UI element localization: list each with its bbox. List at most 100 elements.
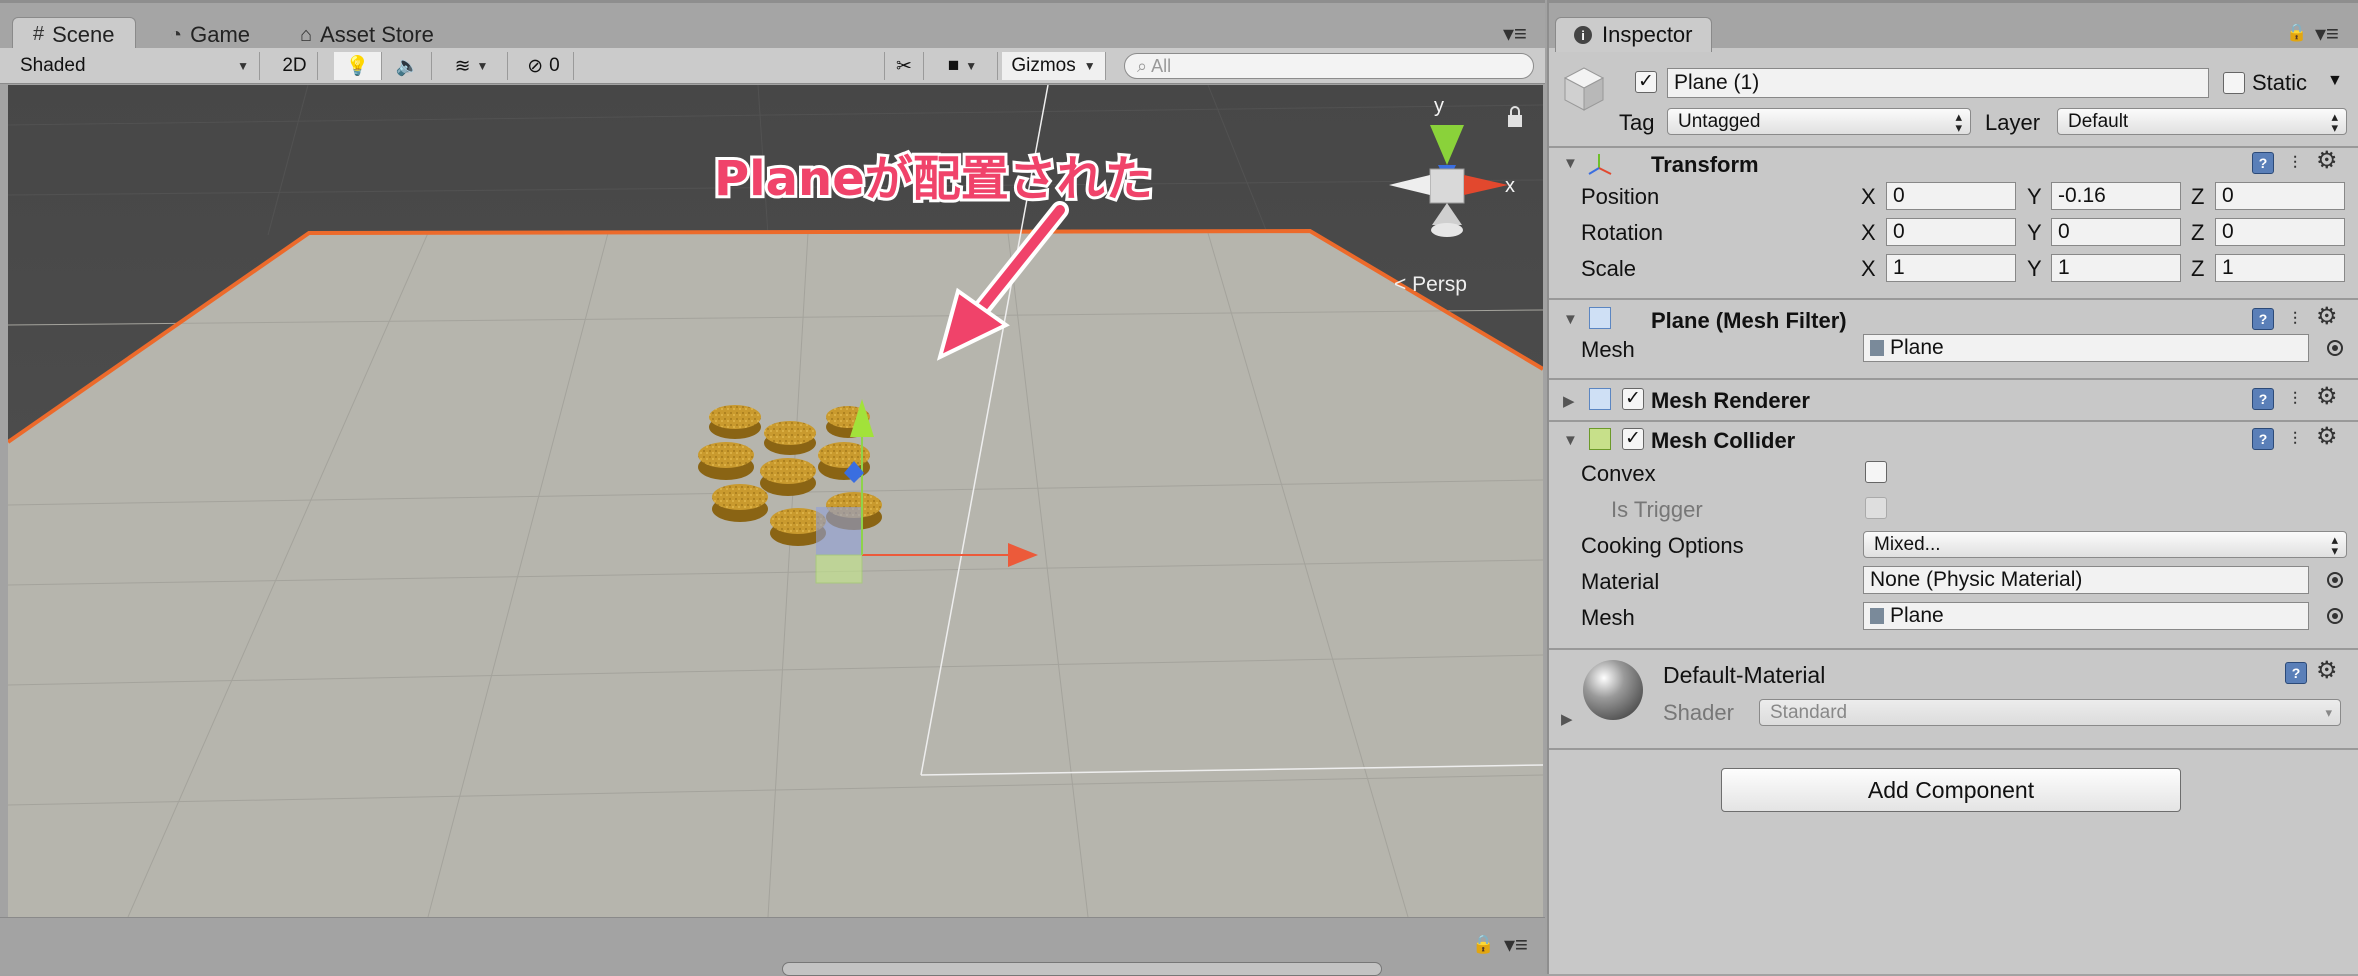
foldout-expanded-icon[interactable]: ▼: [1563, 155, 1578, 172]
ground-plane[interactable]: [8, 231, 1543, 917]
preset-icon[interactable]: ⫶: [2284, 152, 2306, 174]
physic-material-field[interactable]: None (Physic Material): [1863, 566, 2309, 594]
divider: [1549, 748, 2358, 750]
material-name: Default-Material: [1663, 662, 1826, 688]
tab-scene[interactable]: # Scene: [12, 17, 136, 51]
rotation-label: Rotation: [1581, 220, 1663, 245]
search-icon: ⌕: [1137, 55, 1148, 76]
is-trigger-label: Is Trigger: [1611, 497, 1703, 522]
axis-z-label: Z: [2191, 256, 2205, 281]
transform-title: Transform: [1651, 152, 1759, 177]
gizmos-dropdown[interactable]: Gizmos ▼: [1002, 52, 1106, 80]
scene-view-canvas[interactable]: y x < Persp Planeが配置された: [8, 85, 1543, 917]
chevron-down-icon: ▼: [1083, 59, 1096, 73]
lock-icon[interactable]: 🔒: [1472, 934, 1494, 955]
scene-search-input[interactable]: ⌕ All: [1124, 53, 1534, 79]
object-picker-icon[interactable]: [2327, 340, 2343, 356]
panel-menu-icon[interactable]: ▾≡: [2315, 21, 2339, 47]
mesh-filter-icon: [1589, 307, 1611, 329]
position-x-field[interactable]: 0: [1886, 182, 2016, 210]
gear-icon[interactable]: ⚙: [2316, 659, 2338, 683]
cooking-options-dropdown[interactable]: Mixed... ▴ ▾: [1863, 531, 2347, 558]
hidden-objects-toggle[interactable]: ⊘ 0: [514, 52, 574, 80]
preset-icon[interactable]: ⫶: [2284, 388, 2306, 410]
updown-arrows-icon: ▴ ▾: [2331, 109, 2338, 135]
tab-game[interactable]: ◔ Game: [150, 18, 270, 52]
tools-button[interactable]: ✂: [884, 52, 924, 80]
layer-dropdown[interactable]: Default ▴ ▾: [2057, 108, 2347, 135]
draw-mode-dropdown[interactable]: Shaded ▼: [10, 52, 260, 80]
rotation-x-field[interactable]: 0: [1886, 218, 2016, 246]
audio-toggle[interactable]: 🔈: [384, 52, 432, 80]
panel-menu-icon[interactable]: ▾≡: [1504, 932, 1528, 958]
material-sphere-preview: [1583, 660, 1643, 720]
help-book-icon[interactable]: ?: [2252, 428, 2274, 450]
add-component-button[interactable]: Add Component: [1721, 768, 2181, 812]
mesh-collider-enabled-checkbox[interactable]: ✓: [1622, 428, 1644, 450]
axis-y-label: Y: [2027, 256, 2042, 281]
axis-y-label: y: [1434, 95, 1444, 117]
help-book-icon[interactable]: ?: [2252, 152, 2274, 174]
object-picker-icon[interactable]: [2327, 608, 2343, 624]
foldout-expanded-icon[interactable]: ▼: [1563, 311, 1578, 328]
convex-checkbox[interactable]: [1865, 461, 1887, 483]
is-trigger-checkbox: [1865, 497, 1887, 519]
mesh-icon: [1870, 340, 1884, 356]
projection-label[interactable]: < Persp: [1394, 273, 1467, 296]
eye-slash-icon: ⊘: [527, 55, 544, 77]
mesh-object-field[interactable]: Plane: [1863, 334, 2309, 362]
foldout-collapsed-icon[interactable]: ▶: [1563, 392, 1575, 410]
lighting-toggle[interactable]: 💡: [334, 52, 382, 80]
lock-icon[interactable]: 🔒: [2286, 23, 2307, 43]
gear-icon[interactable]: ⚙: [2316, 305, 2338, 329]
collider-mesh-field[interactable]: Plane: [1863, 602, 2309, 630]
collider-mesh-label: Mesh: [1581, 605, 1635, 630]
rotation-z-field[interactable]: 0: [2215, 218, 2345, 246]
object-picker-icon[interactable]: [2327, 572, 2343, 588]
tab-asset-store[interactable]: ⌂ Asset Store: [280, 18, 454, 52]
mesh-renderer-icon: [1589, 388, 1611, 410]
tab-inspector[interactable]: i Inspector: [1555, 17, 1712, 52]
help-book-icon[interactable]: ?: [2252, 308, 2274, 330]
scale-label: Scale: [1581, 256, 1637, 281]
tag-dropdown[interactable]: Untagged ▴ ▾: [1667, 108, 1971, 135]
axis-z-label: Z: [2191, 184, 2205, 209]
toggle-2d-button[interactable]: 2D: [272, 52, 318, 80]
mesh-renderer-enabled-checkbox[interactable]: ✓: [1622, 388, 1644, 410]
scale-y-field[interactable]: 1: [2051, 254, 2181, 282]
scene-viewport[interactable]: y x < Persp Planeが配置された: [8, 85, 1543, 917]
scale-x-field[interactable]: 1: [1886, 254, 2016, 282]
help-book-icon[interactable]: ?: [2285, 662, 2307, 684]
chevron-down-icon: ▼: [965, 59, 978, 73]
static-dropdown-arrow[interactable]: ▼: [2327, 72, 2343, 90]
shader-label: Shader: [1663, 700, 1734, 725]
shader-dropdown[interactable]: Standard ▾: [1759, 699, 2341, 726]
position-y-field[interactable]: -0.16: [2051, 182, 2181, 210]
gameobject-active-checkbox[interactable]: ✓: [1635, 71, 1657, 93]
rotation-y-field[interactable]: 0: [2051, 218, 2181, 246]
foldout-collapsed-icon[interactable]: ▶: [1561, 710, 1573, 728]
foldout-expanded-icon[interactable]: ▼: [1563, 432, 1578, 449]
gear-icon[interactable]: ⚙: [2316, 425, 2338, 449]
gear-icon[interactable]: ⚙: [2316, 385, 2338, 409]
static-checkbox[interactable]: [2223, 72, 2245, 94]
help-book-icon[interactable]: ?: [2252, 388, 2274, 410]
material-label: Material: [1581, 569, 1660, 594]
preset-icon[interactable]: ⫶: [2284, 428, 2306, 450]
preset-icon[interactable]: ⫶: [2284, 308, 2306, 330]
position-z-field[interactable]: 0: [2215, 182, 2345, 210]
effects-dropdown[interactable]: ≋ ▼: [436, 52, 508, 80]
divider: [1549, 378, 2358, 380]
divider: [1549, 648, 2358, 650]
updown-arrows-icon: ▴ ▾: [1955, 109, 1962, 135]
gear-icon[interactable]: ⚙: [2316, 149, 2338, 173]
gameobject-name-input[interactable]: Plane (1): [1667, 68, 2209, 98]
scene-tab-strip: # Scene ◔ Game ⌂ Asset Store ▾≡: [0, 0, 1545, 51]
camera-dropdown[interactable]: ■ ▼: [928, 52, 998, 80]
cooking-options-label: Cooking Options: [1581, 533, 1744, 558]
lightbulb-icon: 💡: [345, 56, 370, 77]
scale-z-field[interactable]: 1: [2215, 254, 2345, 282]
speaker-icon: 🔈: [395, 56, 420, 77]
scene-toolbar: Shaded ▼ 2D 💡 🔈 ≋ ▼ ⊘ 0 ✂ ■ ▼ Gizmos ▼ ⌕…: [0, 48, 1545, 84]
panel-menu-icon[interactable]: ▾≡: [1503, 21, 1527, 47]
